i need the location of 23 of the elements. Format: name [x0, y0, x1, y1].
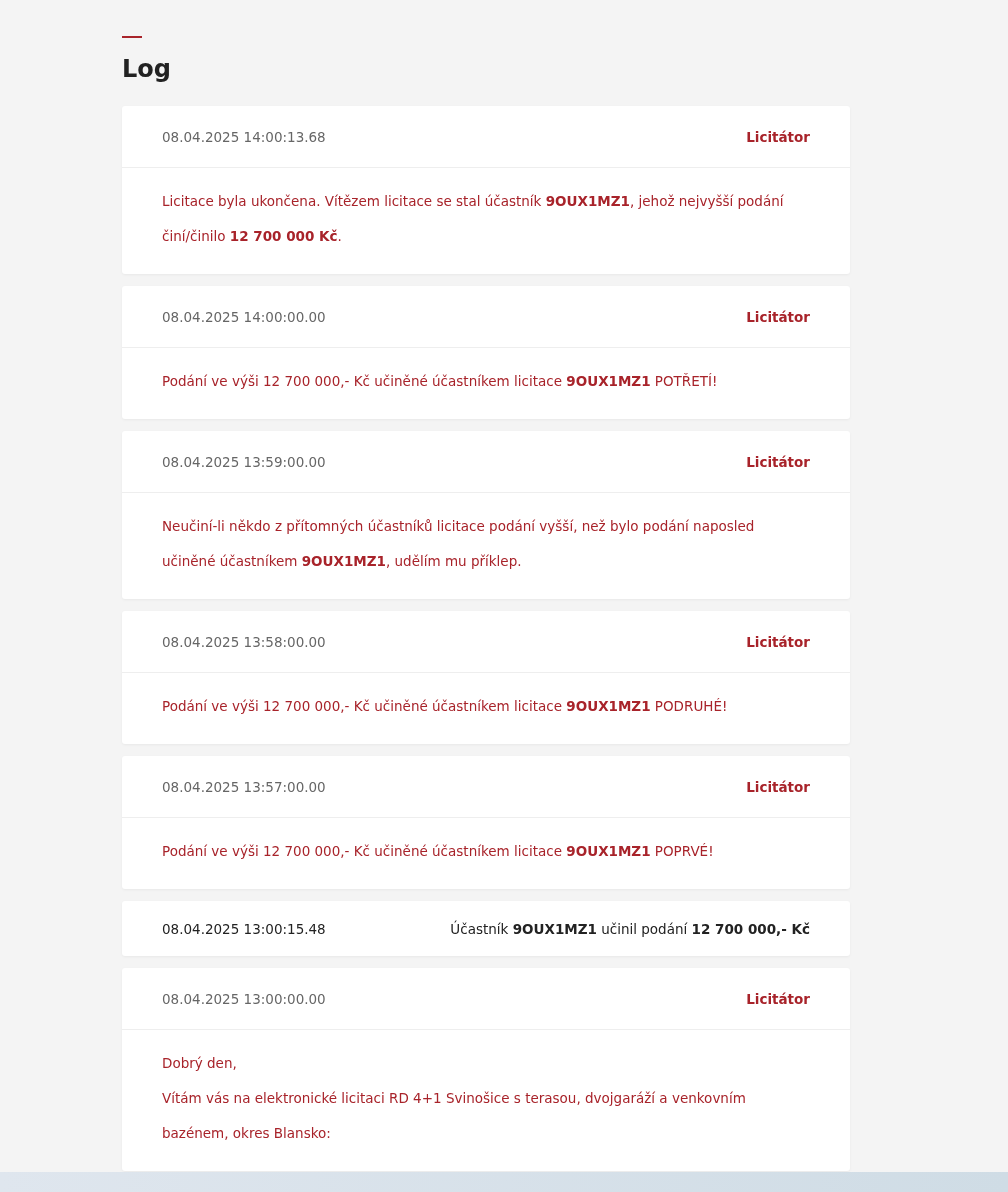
entry-timestamp: 08.04.2025 14:00:13.68	[162, 128, 326, 145]
entry-author: Licitátor	[746, 128, 810, 145]
page-title: Log	[122, 54, 172, 84]
entry-author: Licitátor	[746, 778, 810, 795]
entry-message: Podání ve výši 12 700 000,- Kč učiněné účastníkem licitace 9OUX1MZ1 POPRVÉ!	[162, 842, 715, 861]
entry-timestamp: 08.04.2025 13:57:00.00	[162, 778, 326, 795]
title-accent-line	[122, 36, 142, 38]
entry-message: Licitace byla ukončena. Vítězem licitace se stal účastník 9OUX1MZ1, jehož nejvyšší podání činí/činilo 12 700 000 Kč.	[162, 192, 785, 246]
entry-timestamp: 08.04.2025 13:58:00.00	[162, 633, 326, 650]
entry-author: Licitátor	[746, 990, 810, 1007]
entry-author: Licitátor	[746, 453, 810, 470]
entry-message: Vítám vás na elektronické licitaci RD 4+1 Svinošice s terasou, dvojgaráží a venkovním bazénem, okres Blansko:	[162, 1089, 747, 1143]
entry-author: Licitátor	[746, 308, 810, 325]
entry-author: Licitátor	[746, 633, 810, 650]
entry-message: Neučiní-li někdo z přítomných účastníků licitace podání vyšší, než bylo podání naposled učiněné účastníkem 9OUX1MZ1, udělím mu příklep.	[162, 517, 756, 571]
entry-message: Dobrý den,	[162, 1054, 238, 1073]
entry-timestamp: 08.04.2025 13:00:15.48	[162, 920, 326, 937]
entry-message: Podání ve výši 12 700 000,- Kč učiněné účastníkem licitace 9OUX1MZ1 PODRUHÉ!	[162, 697, 729, 716]
entry-timestamp: 08.04.2025 13:59:00.00	[162, 453, 326, 470]
bid-message: Účastník 9OUX1MZ1 učinil podání 12 700 000,- Kč	[450, 920, 810, 937]
entry-timestamp: 08.04.2025 13:00:00.00	[162, 990, 326, 1007]
entry-message: Podání ve výši 12 700 000,- Kč učiněné účastníkem licitace 9OUX1MZ1 POTŘETÍ!	[162, 372, 719, 391]
entry-timestamp: 08.04.2025 14:00:00.00	[162, 308, 326, 325]
